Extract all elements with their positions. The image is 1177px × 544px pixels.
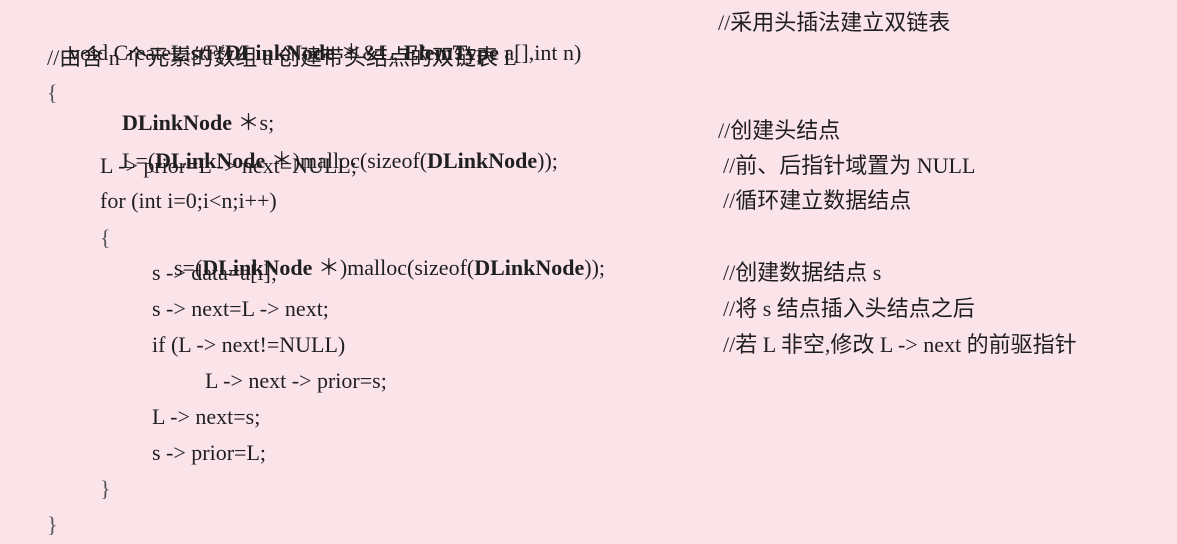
type-keyword: DLinkNode bbox=[427, 148, 538, 173]
code-line-9: s -> next=L -> next; bbox=[152, 296, 329, 321]
code-line-13: s -> prior=L; bbox=[152, 440, 267, 465]
close-brace: } bbox=[100, 476, 111, 501]
code-comment-5: //前、后指针域置为 NULL bbox=[723, 153, 976, 178]
code-page: void CreateListF(DLinkNode ＊&L, ElemType… bbox=[0, 0, 1177, 544]
code-comment-1: //采用头插法建立双链表 bbox=[718, 10, 951, 35]
code-line-7: s=(DLinkNode ＊)malloc(sizeof(DLinkNode))… bbox=[152, 223, 605, 280]
code-line-1: void CreateListF(DLinkNode ＊&L, ElemType… bbox=[47, 8, 581, 65]
close-brace: } bbox=[47, 512, 58, 537]
code-comment-6: //循环建立数据结点 bbox=[723, 188, 912, 213]
open-brace: { bbox=[47, 80, 58, 105]
code-line-11: L -> next -> prior=s; bbox=[205, 368, 387, 393]
code-text: )); bbox=[584, 255, 606, 280]
code-line-10: if (L -> next!=NULL) bbox=[152, 332, 346, 357]
code-text: ＊)malloc(sizeof( bbox=[312, 255, 475, 280]
code-line-8: s -> data=a[i]; bbox=[152, 260, 277, 285]
code-text: )); bbox=[537, 148, 558, 173]
code-line-12: L -> next=s; bbox=[152, 404, 261, 429]
type-keyword: DLinkNode bbox=[474, 255, 585, 280]
code-line-6: for (int i=0;i<n;i++) bbox=[100, 188, 277, 213]
code-line-3: DLinkNode ＊s; bbox=[100, 78, 274, 135]
code-comment-9: //将 s 结点插入头结点之后 bbox=[723, 296, 975, 321]
code-comment-2: //由含 n 个元素的数组 a 创建带头结点的双链表 L bbox=[47, 45, 517, 70]
code-comment-10: //若 L 非空,修改 L -> next 的前驱指针 bbox=[723, 332, 1077, 357]
open-brace: { bbox=[100, 225, 111, 250]
code-line-5: L -> prior=L -> next=NULL; bbox=[100, 153, 357, 178]
code-comment-4: //创建头结点 bbox=[718, 118, 841, 143]
code-line-4: L=(DLinkNode ＊)malloc(sizeof(DLinkNode))… bbox=[100, 116, 558, 173]
code-comment-8: //创建数据结点 s bbox=[723, 260, 882, 285]
